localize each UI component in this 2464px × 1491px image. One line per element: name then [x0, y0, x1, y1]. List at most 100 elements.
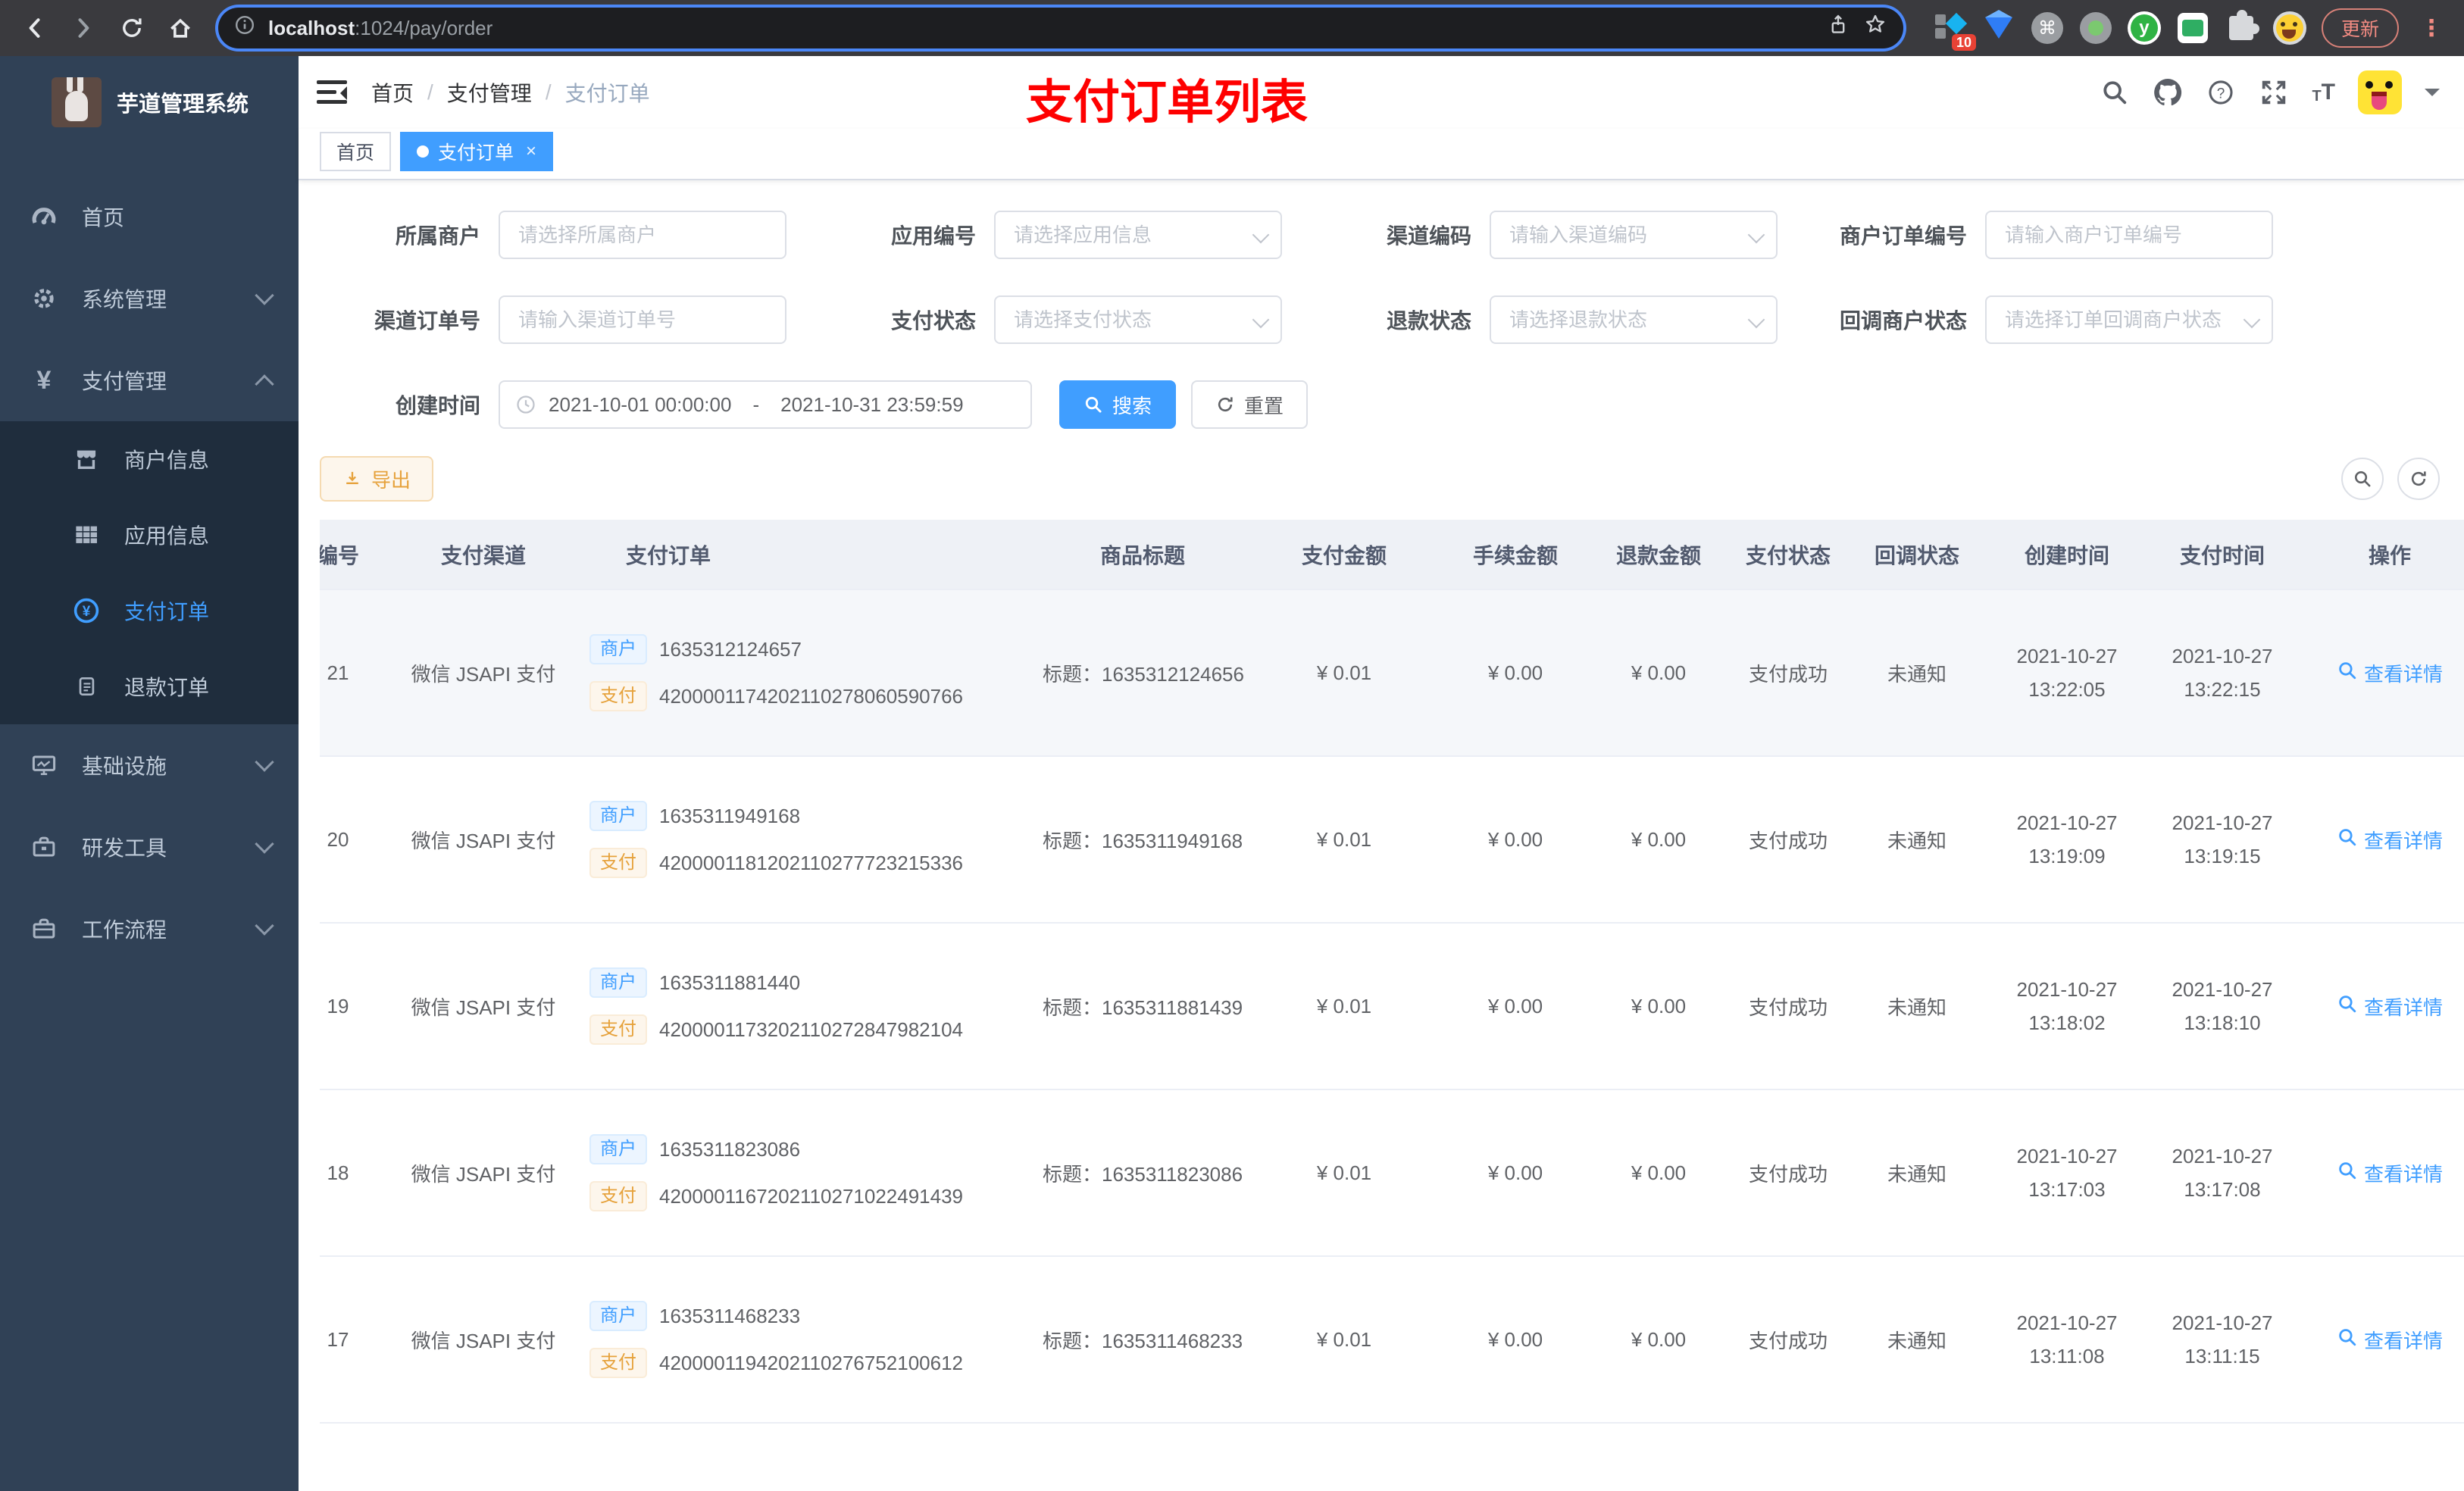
view-details-link[interactable]: 查看详情: [2337, 659, 2443, 687]
browser-update-button[interactable]: 更新: [2321, 8, 2399, 48]
date-start-value[interactable]: 2021-10-01 00:00:00: [549, 393, 731, 417]
cell-pay-order: 商户 1635311468233 支付 42000011942021102767521…: [583, 1256, 1037, 1424]
view-details-link[interactable]: 查看详情: [2337, 992, 2443, 1021]
url-text[interactable]: localhost:1024/pay/order: [268, 17, 492, 40]
logo-rabbit-image: [52, 77, 102, 127]
cell-pay-status: 支付成功: [1726, 589, 1850, 757]
filter-select-6[interactable]: [1490, 295, 1778, 344]
command-extension-icon[interactable]: ⌘: [2031, 11, 2064, 45]
filter-input-3[interactable]: [1985, 211, 2273, 259]
font-size-icon[interactable]: TT: [2312, 81, 2335, 105]
view-details-link[interactable]: 查看详情: [2337, 1326, 2443, 1354]
github-icon[interactable]: [2153, 77, 2183, 108]
sidebar-item-5[interactable]: 工作流程: [0, 888, 299, 970]
view-details-link[interactable]: 查看详情: [2337, 826, 2443, 854]
clock-icon: [515, 394, 536, 415]
tab-0[interactable]: 首页: [320, 132, 392, 171]
date-range-picker[interactable]: 2021-10-01 00:00:00 - 2021-10-31 23:59:5…: [499, 380, 1032, 429]
merchant-tag: 商户: [589, 800, 647, 832]
address-bar[interactable]: localhost:1024/pay/order: [218, 8, 1903, 48]
reset-button[interactable]: 重置: [1191, 380, 1309, 429]
share-icon[interactable]: [1826, 13, 1850, 43]
cell-paid-time: 2021-10-27 13:18:10: [2150, 923, 2294, 1090]
cell-created-time: 2021-10-27 13:11:08: [1984, 1256, 2150, 1424]
column-header-6: 退款金额: [1591, 520, 1726, 590]
cell-actions: [2294, 1423, 2464, 1491]
table-row-5: 商户1635311254796: [320, 1423, 2464, 1491]
sidebar-subitem-2[interactable]: ¥ 支付订单: [0, 573, 299, 649]
sidebar-item-0[interactable]: 首页: [0, 176, 299, 258]
column-header-4: 支付金额: [1249, 520, 1440, 590]
filter-item-7: 回调商户状态: [1806, 295, 2302, 344]
merchant-order-no: 1635312124657: [659, 637, 802, 661]
user-avatar[interactable]: [2358, 70, 2402, 114]
breadcrumb-item-1[interactable]: 支付管理: [447, 77, 532, 108]
gem-extension-icon[interactable]: [1982, 10, 2015, 45]
fullscreen-icon[interactable]: [2259, 77, 2289, 108]
puzzle-extensions-icon[interactable]: [2225, 10, 2259, 45]
sidebar-item-2[interactable]: ¥ 支付管理: [0, 339, 299, 421]
cell-channel: 微信 JSAPI 支付: [383, 923, 583, 1090]
filter-select-2[interactable]: [1490, 211, 1778, 259]
chevron-down-icon[interactable]: [2425, 89, 2440, 104]
collapse-sidebar-icon[interactable]: [317, 80, 347, 105]
cell-refund: [1591, 1423, 1726, 1491]
bookmark-star-icon[interactable]: [1862, 12, 1888, 44]
cell-title: 标题：1635311949168: [1037, 756, 1249, 924]
reload-icon[interactable]: [112, 8, 152, 48]
blocks-extension-icon[interactable]: 10: [1934, 11, 1976, 51]
cell-created-time: 2021-10-27 13:22:05: [1984, 589, 2150, 757]
sidebar-menu: 首页系统管理 ¥ 支付管理 商户信息 应用信息 ¥ 支付订单 退款订单 基础设施研发工具工作流程: [0, 176, 299, 970]
filter-input-0[interactable]: [499, 211, 786, 259]
breadcrumb-item-0[interactable]: 首页: [371, 77, 414, 108]
pay-order-no: 4200001167202110271022491439: [659, 1184, 964, 1208]
magnifier-icon: [2337, 660, 2358, 686]
app-logo[interactable]: 芋道管理系统: [0, 56, 299, 148]
sidebar-item-3[interactable]: 基础设施: [0, 724, 299, 806]
chat-extension-icon[interactable]: [2176, 11, 2209, 45]
search-button[interactable]: 搜索: [1059, 380, 1177, 429]
pay-order-no: 4200001174202110278060590766: [659, 684, 964, 708]
profile-emoji-icon[interactable]: [2272, 11, 2306, 45]
merchant-order-no: 1635311881440: [659, 971, 801, 994]
sidebar-item-label: 研发工具: [82, 836, 167, 860]
cell-notify-status: [1850, 1423, 1984, 1491]
view-details-label: 查看详情: [2363, 996, 2443, 1019]
forward-icon[interactable]: [64, 8, 103, 48]
browser-menu-icon[interactable]: ⋮: [2414, 15, 2449, 42]
help-icon[interactable]: ?: [2206, 77, 2236, 108]
magnifier-icon: [2337, 993, 2358, 1020]
sidebar-item-4[interactable]: 研发工具: [0, 806, 299, 888]
filter-label: 所属商户: [395, 224, 480, 248]
sidebar-item-label: 首页: [82, 206, 125, 230]
view-details-link[interactable]: 查看详情: [2337, 1159, 2443, 1187]
site-info-icon[interactable]: [233, 14, 256, 42]
search-icon[interactable]: [2100, 77, 2130, 108]
filter-select-1[interactable]: [994, 211, 1282, 259]
sidebar-subitem-3[interactable]: 退款订单: [0, 649, 299, 724]
sidebar-subitem-0[interactable]: 商户信息: [0, 421, 299, 497]
active-tab-dot: [417, 145, 430, 158]
sidebar-item-1[interactable]: 系统管理: [0, 258, 299, 339]
filter-item-4: 渠道订单号: [320, 295, 815, 344]
close-tab-icon[interactable]: ×: [526, 141, 536, 162]
toggle-search-icon[interactable]: [2341, 458, 2384, 500]
cell-created-time: 2021-10-27 13:17:03: [1984, 1089, 2150, 1257]
date-end-value[interactable]: 2021-10-31 23:59:59: [780, 393, 963, 417]
home-icon[interactable]: [161, 8, 200, 48]
cell-refund: ¥ 0.00: [1591, 589, 1726, 757]
column-header-11: 操作: [2294, 520, 2464, 590]
search-button-label: 搜索: [1112, 394, 1152, 417]
filter-select-7[interactable]: [1985, 295, 2273, 344]
export-button[interactable]: 导出: [320, 456, 434, 502]
cell-amount: ¥ 0.01: [1249, 589, 1440, 757]
filter-input-4[interactable]: [499, 295, 786, 344]
cell-fee: ¥ 0.00: [1440, 589, 1591, 757]
vue-extension-icon[interactable]: y: [2127, 11, 2161, 45]
back-icon[interactable]: [15, 8, 55, 48]
filter-select-5[interactable]: [994, 295, 1282, 344]
tab-1[interactable]: 支付订单 ×: [400, 132, 554, 171]
sidebar-subitem-1[interactable]: 应用信息: [0, 497, 299, 573]
green-dot-extension-icon[interactable]: [2079, 11, 2112, 45]
refresh-table-icon[interactable]: [2397, 458, 2440, 500]
